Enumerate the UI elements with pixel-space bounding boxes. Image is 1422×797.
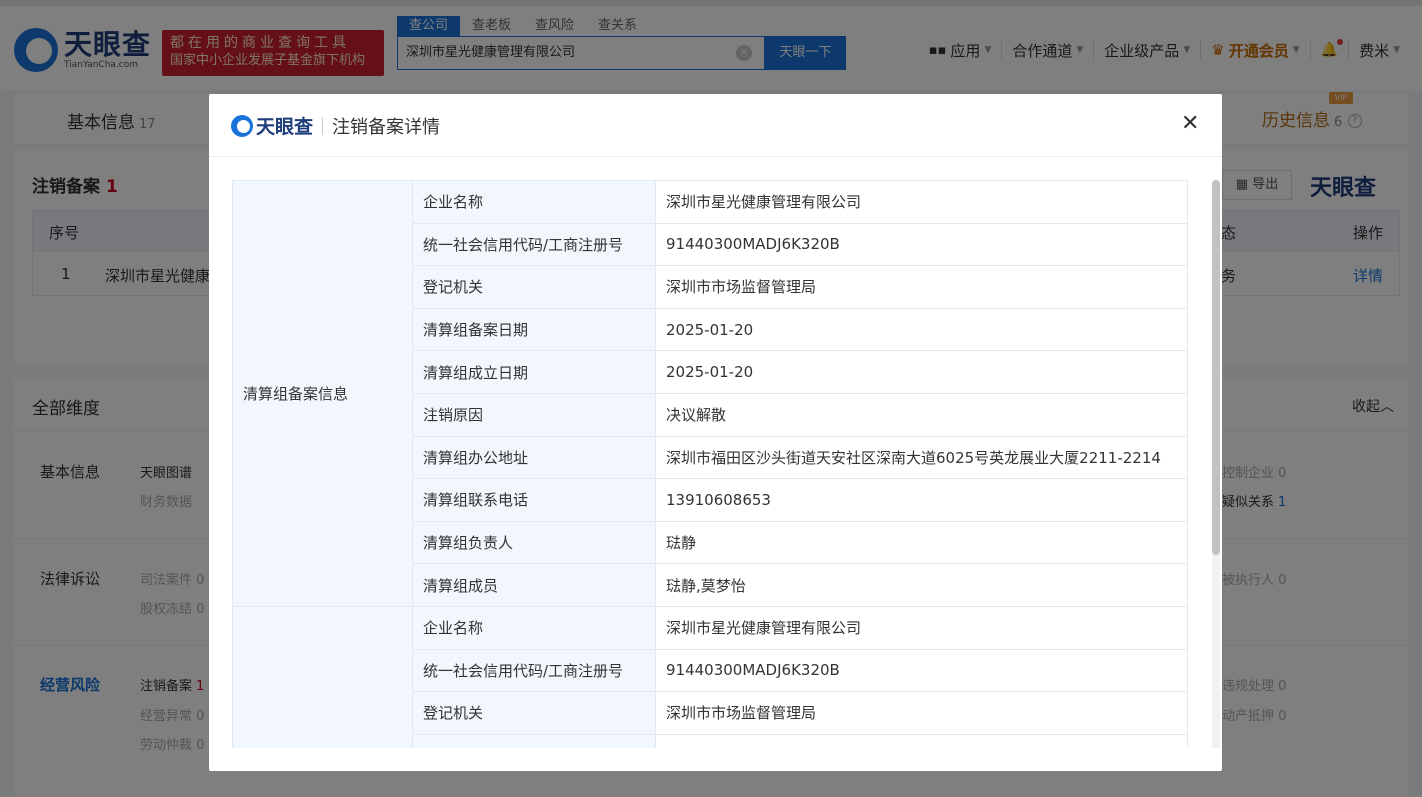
field-value: 深圳市星光健康管理有限公司 [655,180,1188,224]
field-label: 清算组备案日期 [412,307,656,352]
scrollbar[interactable] [1212,180,1220,748]
modal-logo: 天眼查 注销备案详情 [231,112,440,139]
detail-table: 清算组备案信息 企业名称 深圳市星光健康管理有限公司 统一社会信用代码/工商注册号 91… [232,180,1188,748]
modal-body[interactable]: 清算组备案信息 企业名称 深圳市星光健康管理有限公司 统一社会信用代码/工商注册号 91… [232,180,1188,748]
field-label: 企业名称 [412,605,656,650]
field-value: 深圳市市场监督管理局 [655,691,1188,735]
field-value: 决议解散 [655,392,1188,437]
field-label: 清算组办公地址 [412,435,656,480]
field-value: 琺静 [655,520,1188,565]
field-value: 深圳市市场监督管理局 [655,265,1188,309]
divider [322,116,324,135]
group-label: 清算组备案信息 [232,180,413,607]
field-label: 登记机关 [412,691,656,735]
table-row: 企业名称 深圳市星光健康管理有限公司 [232,605,1188,748]
field-value: 2025年01月22日-2025年03月08日 [655,733,1188,748]
field-label: 统一社会信用代码/工商注册号 [412,648,656,693]
field-label: 统一社会信用代码/工商注册号 [412,222,656,267]
group-label [232,605,413,748]
field-label: 公告期 [412,733,656,748]
modal-logo-text: 天眼查 [256,116,314,138]
field-value: 2025-01-20 [655,350,1188,394]
scrollbar-thumb[interactable] [1212,180,1220,555]
close-icon[interactable]: ✕ [1181,113,1199,135]
field-value: 91440300MADJ6K320B [655,222,1188,267]
field-label: 清算组成立日期 [412,350,656,394]
field-label: 清算组联系电话 [412,478,656,522]
table-row: 清算组备案信息 企业名称 深圳市星光健康管理有限公司 [232,180,1188,607]
field-label: 企业名称 [412,180,656,224]
field-value: 13910608653 [655,478,1188,522]
field-label: 登记机关 [412,265,656,309]
modal-title: 注销备案详情 [332,116,441,138]
logo-mark-icon [231,114,253,137]
field-value: 深圳市福田区沙头街道天安社区深南大道6025号英龙展业大厦2211-2214 [655,435,1188,480]
field-label: 清算组成员 [412,563,656,607]
field-label: 清算组负责人 [412,520,656,565]
cancellation-detail-modal: 天眼查 注销备案详情 ✕ 清算组备案信息 企业名称 深圳市星光健康管理有限公司 统一社… [209,94,1222,771]
modal-header: 天眼查 注销备案详情 ✕ [209,94,1222,157]
field-value: 2025-01-20 [655,307,1188,352]
field-value: 91440300MADJ6K320B [655,648,1188,693]
field-value: 深圳市星光健康管理有限公司 [655,605,1188,650]
field-label: 注销原因 [412,392,656,437]
field-value: 琺静,莫梦怡 [655,563,1188,607]
